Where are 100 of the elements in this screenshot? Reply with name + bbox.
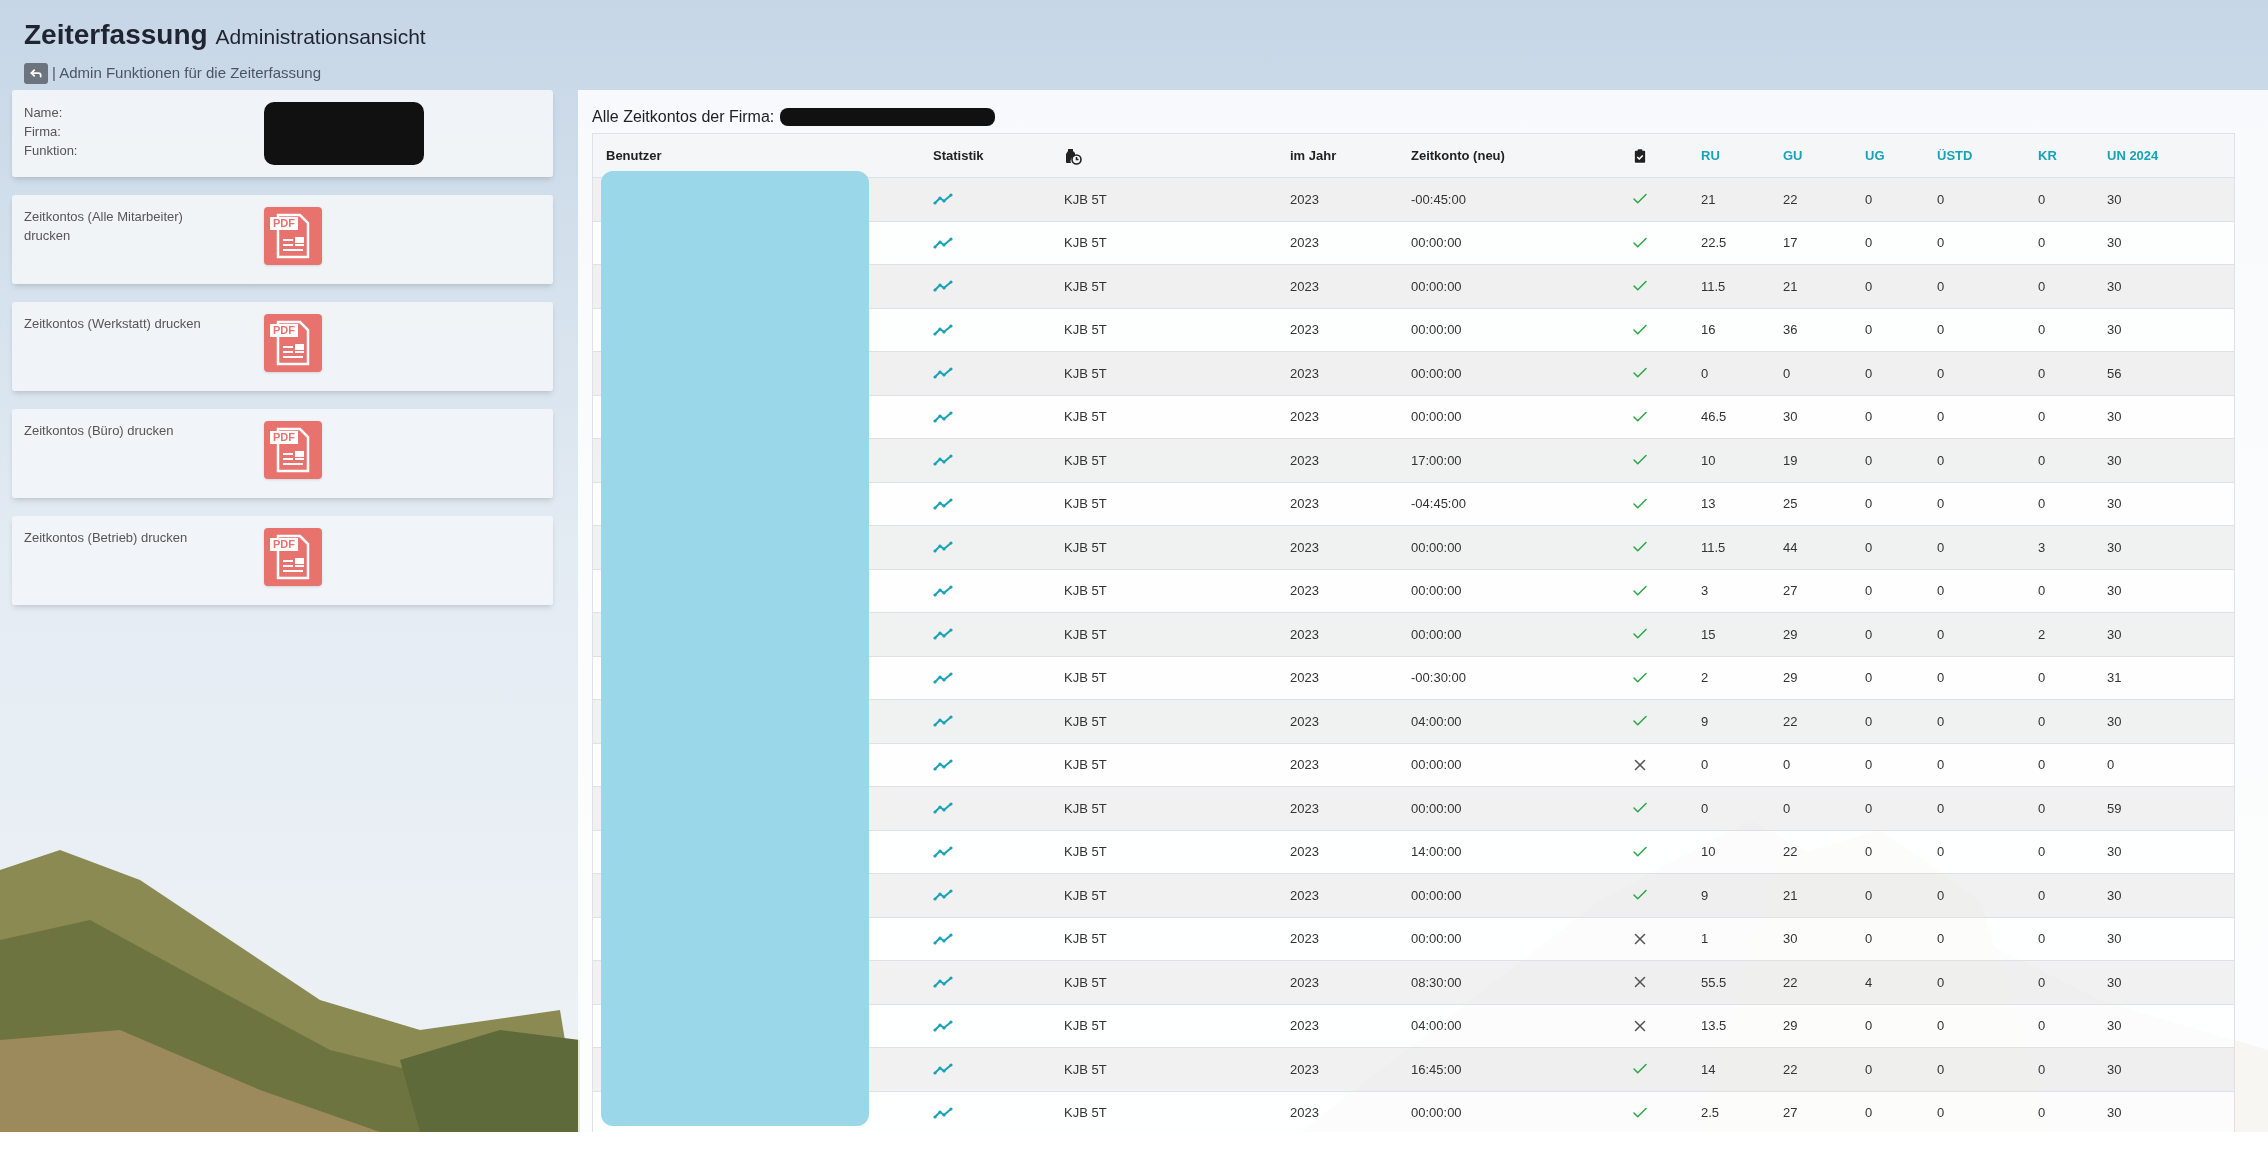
table-cell-text: 19 xyxy=(1783,451,1798,470)
table-cell-text: 22 xyxy=(1783,843,1798,861)
table-cell-text: KJB 5T xyxy=(1064,843,1107,861)
table-cell-text: 29 xyxy=(1783,625,1798,644)
table-cell-text: 30 xyxy=(1783,930,1798,948)
table-cell-text: 2023 xyxy=(1290,451,1319,470)
trend-line-icon[interactable] xyxy=(933,932,953,945)
table-cell-text: 0 xyxy=(2038,582,2046,600)
trend-line-icon[interactable] xyxy=(933,497,953,510)
table-cell-text: 30 xyxy=(2107,451,2122,470)
trend-line-icon[interactable] xyxy=(933,236,953,249)
table-cell-text: 00:00:00 xyxy=(1411,930,1462,948)
trend-line-icon[interactable] xyxy=(933,1019,953,1032)
table-cell-text: 0 xyxy=(1865,756,1873,774)
column-header[interactable]: KR xyxy=(2038,145,2057,166)
trend-line-icon[interactable] xyxy=(933,410,953,423)
column-header[interactable]: RU xyxy=(1701,145,1720,166)
table-cell-text: 0 xyxy=(1865,451,1873,470)
table-cell-text: 0 xyxy=(1865,234,1873,252)
trend-line-icon[interactable] xyxy=(933,280,953,293)
table-cell-text: 0 xyxy=(1865,1017,1873,1035)
table-cell-text: 30 xyxy=(2107,625,2122,644)
trend-line-icon[interactable] xyxy=(933,758,953,771)
column-header[interactable]: UG xyxy=(1865,145,1885,166)
back-button[interactable] xyxy=(24,62,48,84)
table-cell-text: 0 xyxy=(2038,1104,2046,1122)
table-cell-text: 2023 xyxy=(1290,930,1319,948)
table-cell-text: 0 xyxy=(1865,277,1873,296)
trend-line-icon[interactable] xyxy=(933,976,953,989)
table-cell-text: 30 xyxy=(2107,712,2122,731)
table-cell-text: 4 xyxy=(1865,973,1873,992)
table-cell-text: 0 xyxy=(1701,756,1709,774)
table-cell-text: 0 xyxy=(1937,495,1945,513)
column-header[interactable]: UN 2024 xyxy=(2107,145,2159,166)
table-cell-text: 29 xyxy=(1783,669,1798,687)
table-cell-text: 0 xyxy=(1865,1104,1873,1122)
table-cell-text: 2023 xyxy=(1290,582,1319,600)
table-cell-text: 0 xyxy=(2038,843,2046,861)
table-cell-text: 0 xyxy=(1937,1104,1945,1122)
table-cell-text: 2023 xyxy=(1290,886,1319,905)
column-header[interactable]: GU xyxy=(1783,145,1803,166)
table-cell-text: 2023 xyxy=(1290,408,1319,426)
table-cell-text: 55.5 xyxy=(1701,973,1727,992)
table-cell-text: 0 xyxy=(1701,799,1709,818)
trend-line-icon[interactable] xyxy=(933,193,953,206)
profile-label: Name: xyxy=(24,104,64,122)
table-cell-text: 0 xyxy=(2038,408,2046,426)
trend-line-icon[interactable] xyxy=(933,541,953,554)
table-cell-text: 0 xyxy=(2038,1017,2046,1035)
trend-line-icon[interactable] xyxy=(933,454,953,467)
table-cell-text: 46.5 xyxy=(1701,408,1727,426)
table-cell-text: 22.5 xyxy=(1701,234,1727,252)
table-cell-text: KJB 5T xyxy=(1064,973,1107,992)
table-cell-text: 0 xyxy=(1783,799,1791,818)
table-cell-text: 0 xyxy=(1865,886,1873,905)
table-cell-text: 00:00:00 xyxy=(1411,582,1462,600)
trend-line-icon[interactable] xyxy=(933,323,953,336)
table-cell-text: KJB 5T xyxy=(1064,1017,1107,1035)
table-cell-text: 30 xyxy=(2107,234,2122,252)
table-cell-text: 0 xyxy=(1783,756,1791,774)
card-label: Zeitkontos (Alle Mitarbeiter) drucken xyxy=(24,208,184,245)
table-cell-text: 2023 xyxy=(1290,843,1319,861)
table-cell-text: 13.5 xyxy=(1701,1017,1727,1035)
table-cell-text: 00:00:00 xyxy=(1411,321,1462,339)
card-label: Zeitkontos (Betrieb) drucken xyxy=(24,529,189,547)
table-cell-text: 17:00:00 xyxy=(1411,451,1462,470)
trend-line-icon[interactable] xyxy=(933,802,953,815)
table-cell-text: 0 xyxy=(1865,582,1873,600)
pdf-button[interactable]: PDF xyxy=(264,314,322,372)
table-cell-text: 30 xyxy=(2107,973,2122,992)
page-subtitle: Administrationsansicht xyxy=(215,24,426,50)
pdf-button[interactable]: PDF xyxy=(264,528,322,586)
pdf-button[interactable]: PDF xyxy=(264,421,322,479)
table-cell-text: 0 xyxy=(1937,277,1945,296)
trend-line-icon[interactable] xyxy=(933,1106,953,1119)
table-cell-text: 30 xyxy=(2107,190,2122,209)
table-cell-text: 0 xyxy=(2038,1060,2046,1079)
column-header[interactable]: ÜSTD xyxy=(1937,145,1973,166)
trend-line-icon[interactable] xyxy=(933,628,953,641)
table-cell-text: 0 xyxy=(1865,669,1873,687)
table-cell-text: 21 xyxy=(1783,277,1798,296)
trend-line-icon[interactable] xyxy=(933,584,953,597)
table-cell-text: 11.5 xyxy=(1701,277,1726,296)
trend-line-icon[interactable] xyxy=(933,889,953,902)
table-cell-text: 0 xyxy=(1865,712,1873,731)
pdf-button[interactable]: PDF xyxy=(264,207,322,265)
trend-line-icon[interactable] xyxy=(933,715,953,728)
trend-line-icon[interactable] xyxy=(933,671,953,684)
trend-line-icon[interactable] xyxy=(933,1063,953,1076)
table-cell-text: 2023 xyxy=(1290,277,1319,296)
table-cell-text: 2023 xyxy=(1290,1060,1319,1079)
table-cell-text: 30 xyxy=(2107,1104,2122,1122)
trend-line-icon[interactable] xyxy=(933,367,953,380)
table-cell-text: KJB 5T xyxy=(1064,234,1107,252)
table-cell-text: 10 xyxy=(1701,843,1716,861)
table-cell-text: 2023 xyxy=(1290,625,1319,644)
table-cell-text: 0 xyxy=(1865,321,1873,339)
table-cell-text: 56 xyxy=(2107,364,2122,383)
trend-line-icon[interactable] xyxy=(933,845,953,858)
table-cell-text: 0 xyxy=(1865,1060,1873,1079)
